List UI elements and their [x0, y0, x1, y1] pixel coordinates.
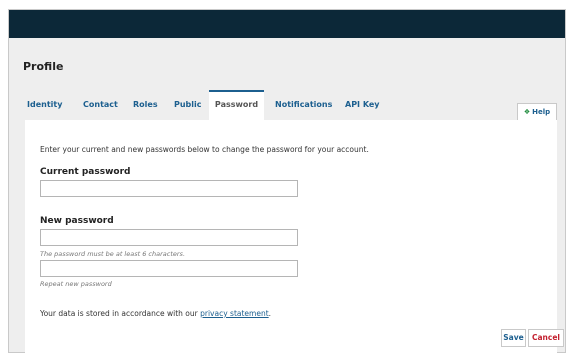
current-password-label: Current password: [40, 167, 131, 177]
new-password-label: New password: [40, 216, 114, 226]
tab-password[interactable]: Password: [209, 90, 264, 120]
tab-public[interactable]: Public: [174, 90, 202, 120]
help-button[interactable]: ❖ Help: [517, 103, 557, 120]
cancel-button[interactable]: Cancel: [528, 329, 564, 347]
repeat-password-hint: Repeat new password: [40, 280, 112, 288]
current-password-input[interactable]: [40, 180, 298, 197]
tab-contact[interactable]: Contact: [83, 90, 118, 120]
repeat-password-input[interactable]: [40, 260, 298, 277]
page-title: Profile: [23, 60, 64, 73]
form-intro-text: Enter your current and new passwords bel…: [40, 145, 369, 154]
tab-notifications[interactable]: Notifications: [275, 90, 332, 120]
new-password-hint: The password must be at least 6 characte…: [40, 250, 186, 258]
help-label: Help: [532, 108, 551, 116]
privacy-statement-link[interactable]: privacy statement: [200, 309, 269, 318]
privacy-notice: Your data is stored in accordance with o…: [40, 309, 271, 318]
help-icon: ❖: [523, 108, 531, 116]
privacy-text: Your data is stored in accordance with o…: [40, 309, 198, 318]
tab-identity[interactable]: Identity: [27, 90, 62, 120]
tab-api-key[interactable]: API Key: [345, 90, 380, 120]
tab-roles[interactable]: Roles: [133, 90, 158, 120]
top-navigation-bar: [9, 10, 565, 38]
password-form-panel: Enter your current and new passwords bel…: [25, 120, 564, 354]
new-password-input[interactable]: [40, 229, 298, 246]
save-button[interactable]: Save: [501, 329, 526, 347]
app-window: Profile Identity Contact Roles Public Pa…: [8, 9, 566, 354]
privacy-suffix: .: [268, 309, 272, 318]
